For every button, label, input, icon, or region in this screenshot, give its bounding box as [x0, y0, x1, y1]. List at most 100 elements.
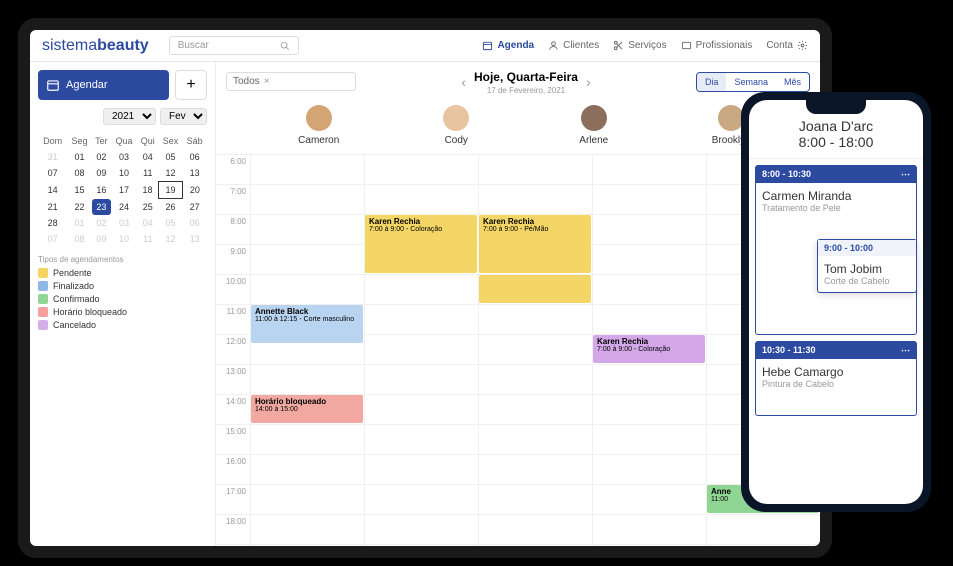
calendar-day[interactable]: 27 — [182, 199, 207, 216]
calendar-day[interactable]: 19 — [159, 182, 183, 199]
hour-cell[interactable] — [592, 455, 706, 484]
calendar-day[interactable]: 13 — [182, 231, 207, 247]
hour-cell[interactable] — [592, 545, 706, 546]
calendar-day[interactable]: 23 — [92, 199, 111, 216]
filter-select[interactable]: Todos × — [226, 72, 356, 91]
calendar-day[interactable]: 05 — [159, 149, 183, 165]
schedule-grid[interactable]: 6:007:008:009:0010:0011:0012:0013:0014:0… — [216, 154, 820, 546]
nav-clientes[interactable]: Clientes — [548, 40, 599, 51]
hour-cell[interactable] — [364, 275, 478, 304]
hour-cell[interactable] — [478, 515, 592, 544]
view-dia[interactable]: Dia — [697, 73, 727, 91]
hour-cell[interactable] — [592, 365, 706, 394]
calendar-day[interactable]: 01 — [67, 149, 92, 165]
hour-cell[interactable] — [364, 425, 478, 454]
hour-cell[interactable] — [250, 155, 364, 184]
calendar-day[interactable]: 28 — [38, 215, 67, 231]
phone-appointment[interactable]: 10:30 - 11:30⋯Hebe CamargoPintura de Cab… — [755, 341, 917, 416]
hour-cell[interactable] — [592, 515, 706, 544]
next-day-button[interactable]: › — [586, 74, 591, 90]
hour-cell[interactable] — [250, 275, 364, 304]
calendar-day[interactable]: 17 — [111, 182, 137, 199]
calendar-day[interactable]: 04 — [137, 215, 159, 231]
calendar-day[interactable]: 03 — [111, 149, 137, 165]
hour-cell[interactable] — [250, 215, 364, 244]
calendar-day[interactable]: 07 — [38, 231, 67, 247]
phone-appointment-overlap[interactable]: 9:00 - 10:00Tom JobimCorte de Cabelo — [817, 239, 917, 293]
search-input[interactable]: Buscar — [169, 36, 299, 55]
hour-cell[interactable] — [364, 335, 478, 364]
view-mes[interactable]: Mês — [776, 73, 809, 91]
hour-cell[interactable] — [592, 185, 706, 214]
calendar-day[interactable]: 20 — [182, 182, 207, 199]
hour-cell[interactable] — [592, 425, 706, 454]
hour-cell[interactable] — [592, 485, 706, 514]
calendar-day[interactable]: 22 — [67, 199, 92, 216]
hour-cell[interactable] — [250, 425, 364, 454]
close-icon[interactable]: × — [264, 76, 270, 87]
appointment[interactable]: Horário bloqueado14:00 à 15:00 — [251, 395, 363, 423]
appointment[interactable]: Karen Rechia7:00 à 9:00 - Coloração — [593, 335, 705, 363]
hour-cell[interactable] — [592, 215, 706, 244]
calendar-day[interactable]: 02 — [92, 215, 111, 231]
appointment[interactable]: Karen Rechia7:00 à 9:00 - Coloração — [365, 215, 477, 273]
calendar-day[interactable]: 05 — [159, 215, 183, 231]
hour-cell[interactable] — [364, 455, 478, 484]
calendar-day[interactable]: 25 — [137, 199, 159, 216]
hour-cell[interactable] — [364, 395, 478, 424]
calendar-day[interactable]: 07 — [38, 165, 67, 182]
calendar-day[interactable]: 12 — [159, 231, 183, 247]
hour-cell[interactable] — [706, 545, 820, 546]
add-button[interactable]: + — [175, 70, 207, 100]
hour-cell[interactable] — [706, 515, 820, 544]
hour-cell[interactable] — [592, 245, 706, 274]
appointment[interactable]: Annette Black11:00 à 12:15 - Corte mascu… — [251, 305, 363, 343]
nav-servicos[interactable]: Serviços — [613, 40, 666, 51]
hour-cell[interactable] — [250, 185, 364, 214]
phone-body[interactable]: 8:00 - 10:30⋯Carmen MirandaTratamento de… — [749, 159, 923, 504]
calendar-day[interactable]: 10 — [111, 165, 137, 182]
view-semana[interactable]: Semana — [726, 73, 776, 91]
calendar-day[interactable]: 03 — [111, 215, 137, 231]
more-icon[interactable]: ⋯ — [901, 169, 910, 180]
calendar-day[interactable]: 06 — [182, 215, 207, 231]
hour-cell[interactable] — [592, 275, 706, 304]
nav-agenda[interactable]: Agenda — [482, 40, 534, 51]
calendar-day[interactable]: 14 — [38, 182, 67, 199]
hour-cell[interactable] — [364, 155, 478, 184]
calendar-day[interactable]: 01 — [67, 215, 92, 231]
hour-cell[interactable] — [250, 545, 364, 546]
hour-cell[interactable] — [364, 545, 478, 546]
calendar-day[interactable]: 24 — [111, 199, 137, 216]
professional-column-header[interactable]: Cody — [388, 101, 526, 154]
calendar-day[interactable]: 18 — [137, 182, 159, 199]
calendar-day[interactable]: 13 — [182, 165, 207, 182]
hour-cell[interactable] — [250, 515, 364, 544]
hour-cell[interactable] — [478, 365, 592, 394]
hour-cell[interactable] — [478, 185, 592, 214]
month-select[interactable]: Fev — [160, 108, 207, 125]
agendar-button[interactable]: Agendar — [38, 70, 169, 100]
appointment[interactable]: Karen Rechia7:00 à 9:00 - Pé/Mão — [479, 215, 591, 273]
nav-profissionais[interactable]: Profissionais — [681, 40, 753, 51]
calendar-day[interactable]: 09 — [92, 231, 111, 247]
hour-cell[interactable] — [250, 455, 364, 484]
hour-cell[interactable] — [250, 485, 364, 514]
calendar-day[interactable]: 02 — [92, 149, 111, 165]
hour-cell[interactable] — [364, 485, 478, 514]
hour-cell[interactable] — [478, 455, 592, 484]
calendar-day[interactable]: 12 — [159, 165, 183, 182]
hour-cell[interactable] — [478, 425, 592, 454]
calendar-day[interactable]: 09 — [92, 165, 111, 182]
calendar-day[interactable]: 04 — [137, 149, 159, 165]
hour-cell[interactable] — [478, 395, 592, 424]
calendar-day[interactable]: 31 — [38, 149, 67, 165]
calendar-day[interactable]: 11 — [137, 231, 159, 247]
calendar-day[interactable]: 08 — [67, 231, 92, 247]
hour-cell[interactable] — [478, 305, 592, 334]
hour-cell[interactable] — [478, 155, 592, 184]
professional-column-header[interactable]: Cameron — [250, 101, 388, 154]
calendar-day[interactable]: 06 — [182, 149, 207, 165]
hour-cell[interactable] — [592, 305, 706, 334]
calendar-day[interactable]: 15 — [67, 182, 92, 199]
